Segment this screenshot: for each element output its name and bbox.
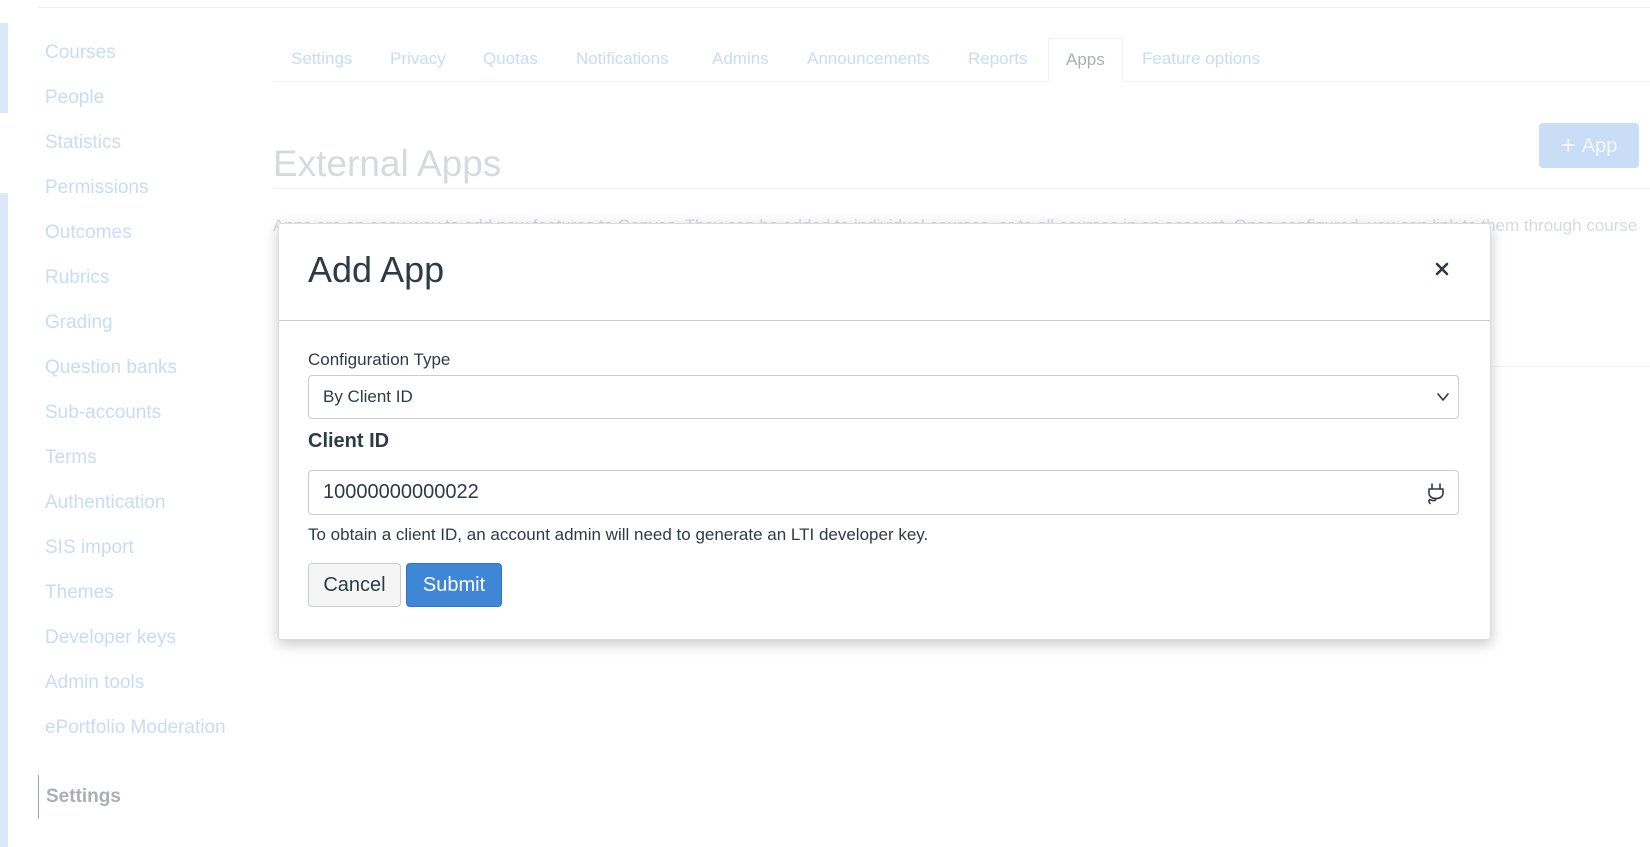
sidebar-item-terms[interactable]: Terms [45,445,245,490]
sidebar-item-grading[interactable]: Grading [45,310,245,355]
configuration-type-value: By Client ID [323,387,413,406]
sidebar-item-sub-accounts[interactable]: Sub-accounts [45,400,245,445]
title-divider [273,188,1650,189]
tab-feature-options[interactable]: Feature options [1142,38,1260,80]
sidebar-item-rubrics[interactable]: Rubrics [45,265,245,310]
cancel-button[interactable]: Cancel [308,563,401,607]
tab-quotas[interactable]: Quotas [483,38,538,80]
add-app-button-label: App [1581,135,1618,157]
tab-admins[interactable]: Admins [712,38,769,80]
sidebar-item-permissions[interactable]: Permissions [45,175,245,220]
close-icon [1435,262,1449,276]
sidebar-item-settings[interactable]: Settings [38,775,245,819]
client-id-hint: To obtain a client ID, an account admin … [308,525,929,544]
table-divider [1480,366,1650,367]
configuration-type-select[interactable]: By Client ID [308,375,1459,419]
close-button[interactable] [1427,254,1457,284]
plug-icon [1428,483,1444,505]
tab-privacy[interactable]: Privacy [390,38,446,80]
chevron-down-icon [1437,393,1449,401]
left-nav-accent [0,193,8,847]
submit-button[interactable]: Submit [406,563,502,607]
sidebar-item-courses[interactable]: Courses [45,40,245,85]
tab-reports[interactable]: Reports [968,38,1028,80]
left-nav-accent [0,23,8,113]
sidebar-item-sis-import[interactable]: SIS import [45,535,245,580]
add-app-button[interactable]: + App [1539,123,1639,168]
tab-settings[interactable]: Settings [291,38,352,80]
sidebar-item-developer-keys[interactable]: Developer keys [45,625,245,670]
top-divider [38,7,1650,8]
modal-title: Add App [308,249,445,290]
sidebar-item-outcomes[interactable]: Outcomes [45,220,245,265]
client-id-input[interactable]: 10000000000022 [308,470,1459,515]
sidebar-item-question-banks[interactable]: Question banks [45,355,245,400]
modal-header: Add App [279,224,1490,321]
settings-tabs: Settings Privacy Quotas Notifications Ad… [273,38,1650,82]
client-id-value: 10000000000022 [323,481,479,503]
sidebar-item-admin-tools[interactable]: Admin tools [45,670,245,715]
tab-notifications[interactable]: Notifications [576,38,669,80]
sidebar-item-people[interactable]: People [45,85,245,130]
configuration-type-label: Configuration Type [308,350,451,369]
sidebar-item-authentication[interactable]: Authentication [45,490,245,535]
page-title: External Apps [273,142,502,184]
add-app-modal: Add App Configuration Type By Client ID … [278,223,1491,640]
tab-apps[interactable]: Apps [1048,38,1123,82]
client-id-label: Client ID [308,430,390,452]
sidebar-item-themes[interactable]: Themes [45,580,245,625]
sidebar-item-statistics[interactable]: Statistics [45,130,245,175]
tab-announcements[interactable]: Announcements [807,38,930,80]
plus-icon: + [1560,130,1576,160]
account-sidebar: Courses People Statistics Permissions Ou… [38,40,245,819]
